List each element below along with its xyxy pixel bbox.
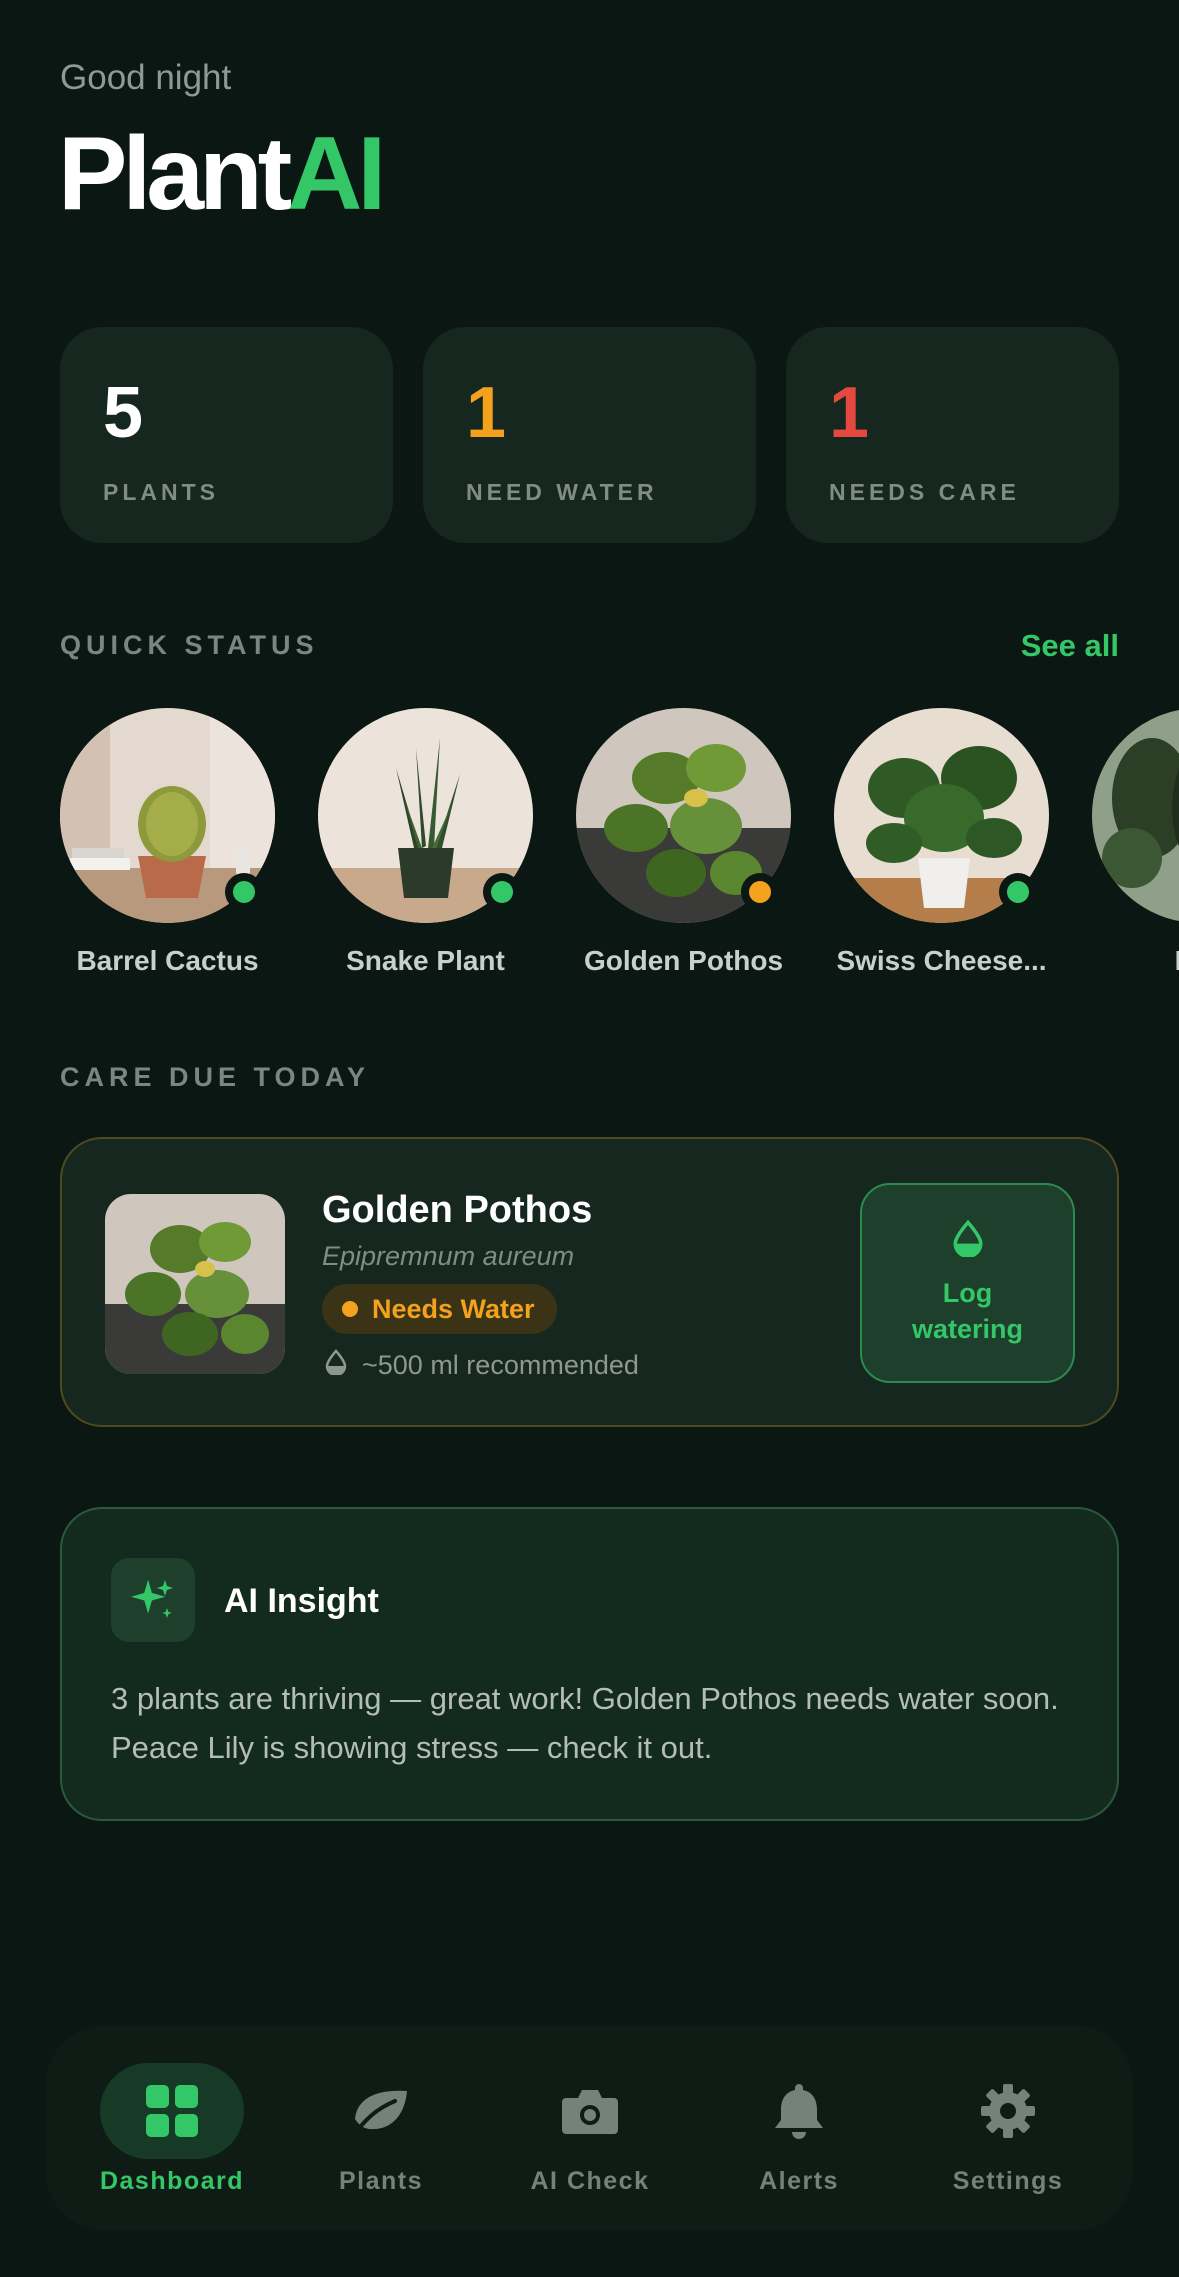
plant-name: Pea — [1092, 945, 1179, 977]
plant-photo — [1092, 708, 1179, 923]
plant-avatar-swiss-cheese[interactable]: Swiss Cheese... — [834, 708, 1049, 977]
care-scientific-name: Epipremnum aureum — [322, 1241, 575, 1271]
plant-photo — [318, 708, 533, 923]
log-watering-button[interactable]: Log watering — [860, 1183, 1075, 1383]
greeting-text: Good night — [60, 58, 232, 97]
care-due-card[interactable]: Golden Pothos Epipremnum aureum Needs Wa… — [60, 1137, 1119, 1427]
stat-label: NEEDS CARE — [829, 479, 1020, 505]
stats-row: 5 PLANTS 1 NEED WATER 1 NEEDS CARE — [60, 327, 1119, 543]
stat-value: 1 — [829, 373, 870, 453]
status-dot — [225, 873, 263, 911]
stat-card-needs-care[interactable]: 1 NEEDS CARE — [786, 327, 1119, 543]
status-dot — [741, 873, 779, 911]
logo-accent: AI — [287, 116, 386, 232]
bell-icon — [704, 2063, 894, 2159]
stat-value: 1 — [466, 373, 507, 453]
plant-name: Barrel Cactus — [76, 945, 259, 976]
bottom-tab-bar: Dashboard Plants AI Check Alerts Setting… — [46, 2025, 1133, 2231]
status-dot — [483, 873, 521, 911]
tab-label: Settings — [952, 2167, 1064, 2195]
plant-name: Swiss Cheese... — [836, 945, 1047, 976]
plant-thumbnail — [105, 1194, 285, 1374]
quick-status-carousel[interactable]: Barrel Cactus Snake Plant Golden Pothos … — [60, 708, 1179, 988]
plant-photo — [60, 708, 275, 923]
plant-avatar-snake-plant[interactable]: Snake Plant — [318, 708, 533, 977]
stat-label: PLANTS — [103, 479, 219, 505]
recommendation-text: ~500 ml recommended — [362, 1350, 639, 1380]
log-watering-label: Log watering — [911, 1278, 1024, 1344]
tab-ai-check[interactable]: AI Check — [495, 2063, 685, 2196]
insight-title: AI Insight — [224, 1582, 379, 1620]
plant-photo — [576, 708, 791, 923]
plant-avatar-peace-lily[interactable]: Pea — [1092, 708, 1179, 977]
tab-settings[interactable]: Settings — [913, 2063, 1103, 2196]
tab-label: AI Check — [530, 2167, 650, 2195]
sparkles-icon — [111, 1558, 195, 1642]
gear-icon — [913, 2063, 1103, 2159]
plant-photo — [834, 708, 1049, 923]
leaf-icon — [286, 2063, 476, 2159]
tab-plants[interactable]: Plants — [286, 2063, 476, 2196]
logo-primary: Plant — [58, 116, 292, 232]
stat-value: 5 — [103, 373, 144, 453]
tab-dashboard[interactable]: Dashboard — [77, 2063, 267, 2196]
tab-label: Alerts — [759, 2167, 839, 2195]
tab-label: Plants — [338, 2167, 424, 2195]
grid-icon — [100, 2063, 244, 2159]
care-plant-name: Golden Pothos — [322, 1189, 593, 1231]
status-dot — [999, 873, 1037, 911]
insight-text: 3 plants are thriving — great work! Gold… — [111, 1681, 1059, 1765]
badge-label: Needs Water — [372, 1293, 535, 1324]
ai-insight-card: AI Insight 3 plants are thriving — great… — [60, 1507, 1119, 1821]
needs-water-badge: Needs Water — [322, 1284, 557, 1334]
plant-avatar-barrel-cactus[interactable]: Barrel Cactus — [60, 708, 275, 977]
plant-name: Snake Plant — [346, 945, 505, 976]
stat-card-plants[interactable]: 5 PLANTS — [60, 327, 393, 543]
plant-avatar-golden-pothos[interactable]: Golden Pothos — [576, 708, 791, 977]
stat-label: NEED WATER — [466, 479, 658, 505]
tab-label: Dashboard — [99, 2167, 245, 2195]
dashboard-screen: Good night PlantAI 5 PLANTS 1 NEED WATER… — [0, 0, 1179, 2277]
water-recommendation: ~500 ml recommended — [324, 1349, 639, 1382]
care-due-title: CARE DUE TODAY — [60, 1062, 371, 1092]
quick-status-title: QUICK STATUS — [60, 630, 319, 660]
camera-icon — [495, 2063, 685, 2159]
stat-card-need-water[interactable]: 1 NEED WATER — [423, 327, 756, 543]
app-logo: PlantAI — [58, 122, 386, 226]
see-all-link[interactable]: See all — [1021, 628, 1119, 664]
plant-name: Golden Pothos — [583, 945, 784, 976]
water-drop-icon — [951, 1219, 985, 1266]
tab-alerts[interactable]: Alerts — [704, 2063, 894, 2196]
water-drop-icon — [324, 1349, 348, 1382]
